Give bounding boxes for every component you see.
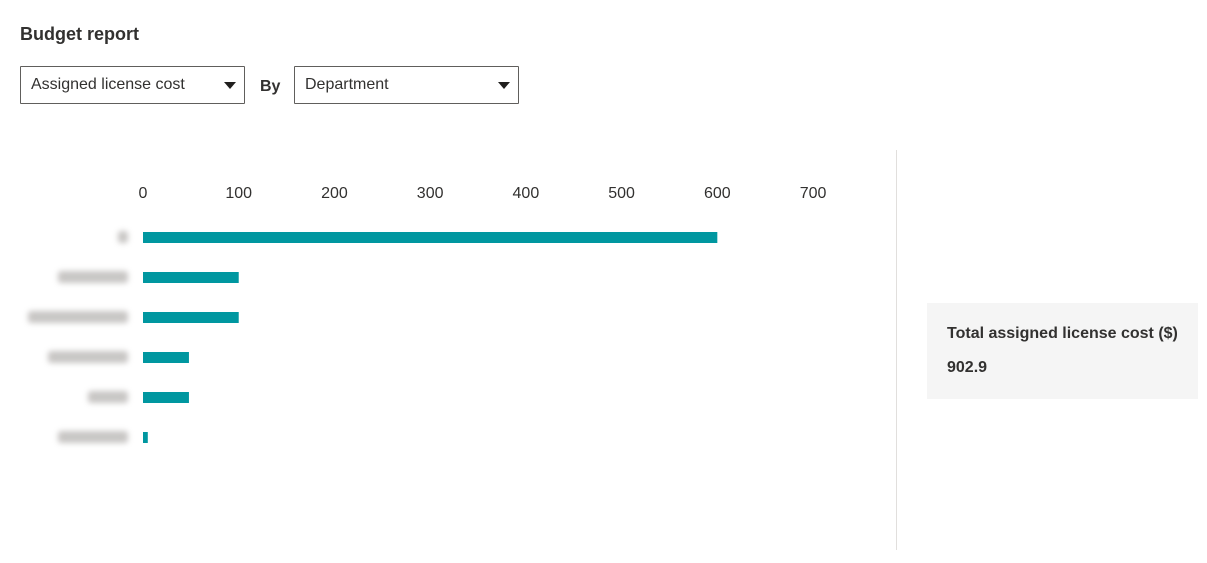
x-tick-label: 0 [139,185,148,202]
x-tick-label: 300 [417,185,444,202]
by-label: By [260,78,281,95]
x-tick-label: 200 [321,185,348,202]
groupby-dropdown[interactable]: Department [294,66,519,104]
x-tick-label: 100 [225,185,252,202]
bar[interactable] [143,352,189,363]
summary-value: 902.9 [947,359,988,376]
category-label-obscured [88,391,128,403]
category-label-obscured [28,311,128,323]
x-tick-label: 500 [608,185,635,202]
budget-bar-chart: 0 100 200 300 400 500 600 700 [28,185,827,443]
summary-card: Total assigned license cost ($) 902.9 [927,303,1198,399]
metric-dropdown[interactable]: Assigned license cost [20,66,245,104]
metric-dropdown-value: Assigned license cost [31,76,185,93]
bar[interactable] [143,272,239,283]
x-tick-label: 400 [513,185,540,202]
caret-down-icon [224,82,236,89]
category-label-obscured [58,271,128,283]
bar[interactable] [143,432,148,443]
caret-down-icon [498,82,510,89]
category-label-obscured [48,351,128,363]
category-label-obscured [58,431,128,443]
vertical-divider [896,150,897,550]
page-title: Budget report [20,24,139,44]
bar[interactable] [143,232,718,243]
bar[interactable] [143,312,239,323]
groupby-dropdown-value: Department [305,76,389,93]
x-tick-label: 600 [704,185,731,202]
bar[interactable] [143,392,189,403]
summary-label: Total assigned license cost ($) [947,325,1178,342]
x-tick-label: 700 [800,185,827,202]
category-label-obscured [118,231,128,243]
